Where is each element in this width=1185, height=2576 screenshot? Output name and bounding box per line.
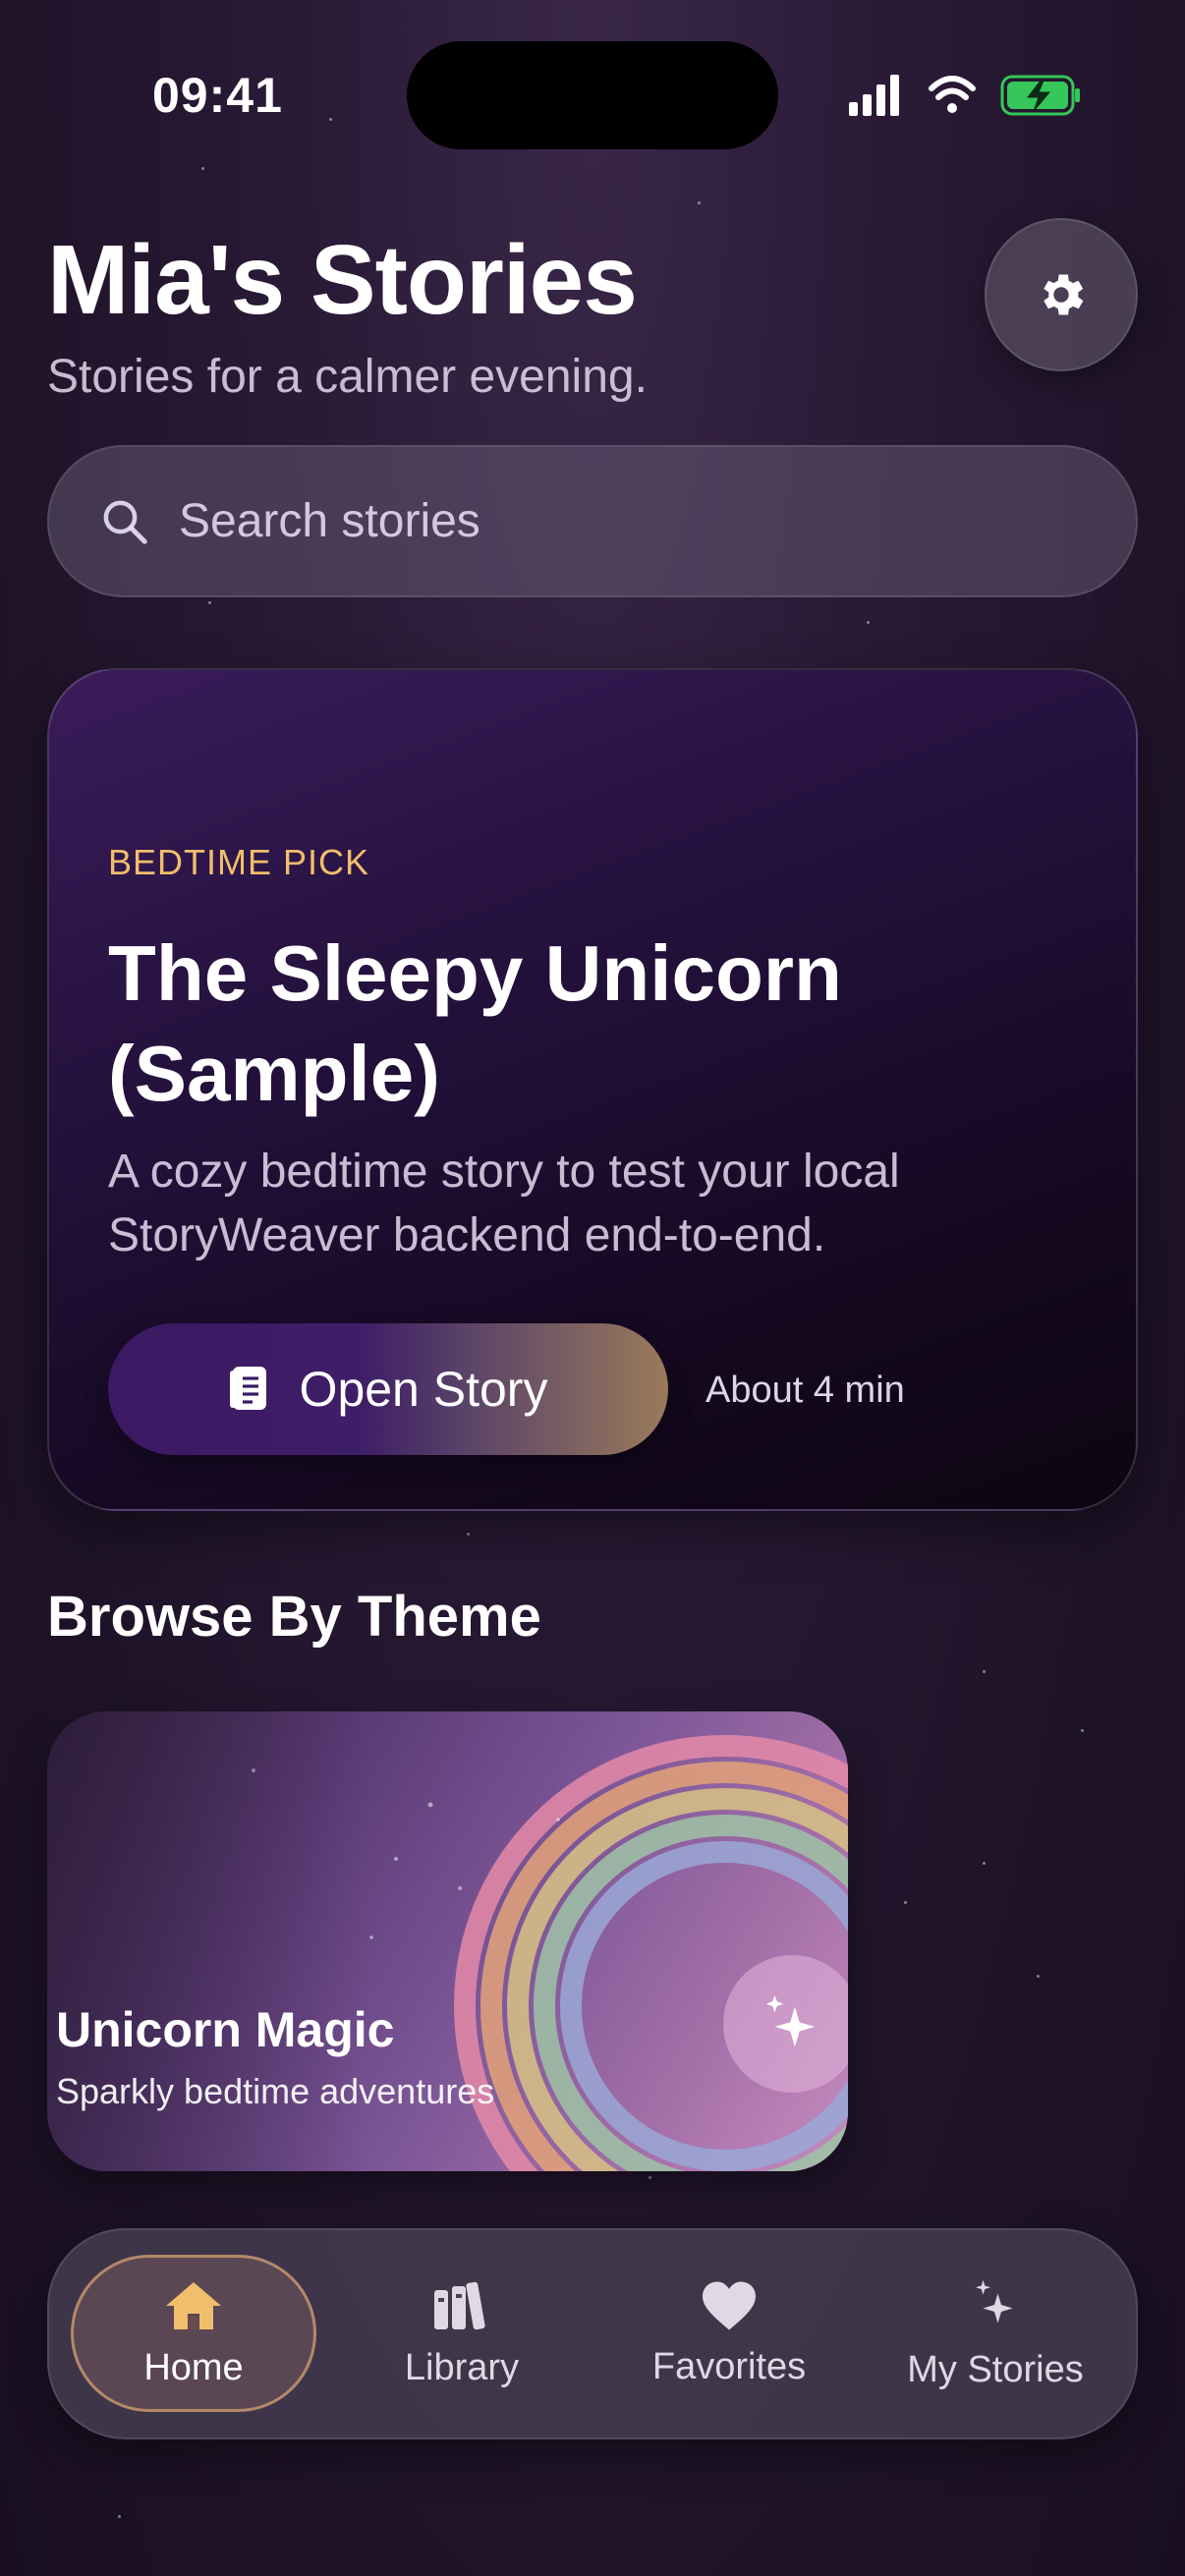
featured-title: The Sleepy Unicorn (Sample) [108, 929, 842, 1117]
tab-home[interactable]: Home [71, 2255, 316, 2412]
wifi-icon [929, 76, 976, 113]
theme-subtitle: Sparkly bedtime adventures [56, 2071, 495, 2111]
theme-card-unicorn-magic[interactable]: Unicorn Magic Sparkly bedtime adventures [47, 1711, 848, 2171]
cellular-signal-icon [849, 75, 899, 116]
gear-icon [1044, 274, 1084, 315]
battery-charging-icon [1000, 75, 1080, 116]
house-icon [166, 2281, 221, 2329]
theme-sparkle-button[interactable] [723, 1955, 848, 2093]
sparkles-icon [765, 1994, 816, 2047]
page-subtitle: Stories for a calmer evening. [47, 351, 648, 403]
open-story-button[interactable]: Open Story [108, 1323, 668, 1455]
tab-favorites[interactable]: Favorites [606, 2255, 852, 2412]
status-time: 09:41 [152, 68, 283, 123]
tab-label-favorites: Favorites [651, 2345, 807, 2387]
settings-button[interactable] [985, 218, 1138, 371]
books-icon [434, 2281, 485, 2329]
tab-label-my-stories: My Stories [907, 2348, 1084, 2390]
story-duration: About 4 min [705, 1370, 905, 1411]
featured-story-card[interactable]: BEDTIME PICK The Sleepy Unicorn (Sample)… [47, 668, 1138, 1511]
dynamic-island [407, 41, 778, 149]
tab-library[interactable]: Library [339, 2255, 585, 2412]
search-input[interactable] [179, 494, 1063, 548]
featured-description: A cozy bedtime story to test your local … [108, 1146, 900, 1261]
tab-bar: Home Library Favorites My Stories [47, 2228, 1138, 2439]
search-icon [103, 500, 147, 544]
browse-section-title: Browse By Theme [47, 1585, 541, 1649]
tab-label-home: Home [143, 2346, 244, 2388]
page-title: Mia's Stories [47, 225, 638, 335]
search-bar[interactable] [47, 445, 1138, 597]
status-icons [849, 75, 1080, 116]
book-icon [229, 1367, 266, 1410]
tab-label-library: Library [404, 2346, 520, 2388]
open-story-label: Open Story [299, 1362, 548, 1417]
heart-icon [703, 2280, 756, 2330]
status-bar: 09:41 [0, 0, 1185, 187]
theme-title: Unicorn Magic [56, 2002, 395, 2057]
tab-my-stories[interactable]: My Stories [873, 2255, 1118, 2412]
sparkles-icon [976, 2279, 1013, 2323]
featured-eyebrow: BEDTIME PICK [108, 842, 370, 882]
